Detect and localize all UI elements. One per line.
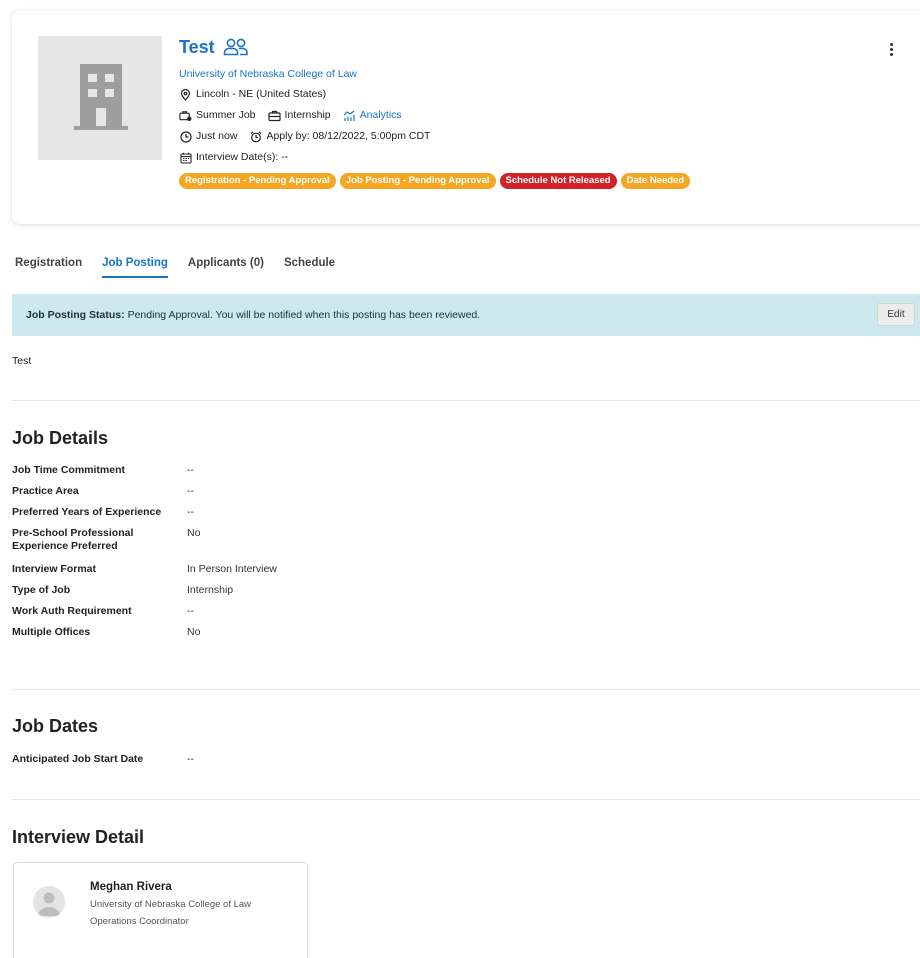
status-message: Pending Approval. You will be notified w… <box>127 309 481 321</box>
organization-link[interactable]: University of Nebraska College of Law <box>179 67 690 81</box>
detail-key: Job Time Commitment <box>12 464 125 476</box>
job-details-heading: Job Details <box>12 428 109 448</box>
detail-key: Type of Job <box>12 584 71 596</box>
job-description: Test <box>12 355 32 367</box>
detail-value: -- <box>187 605 194 617</box>
tab-schedule[interactable]: Schedule <box>284 256 335 278</box>
job-category-text: Internship <box>284 109 331 121</box>
detail-value: -- <box>187 464 194 476</box>
briefcase-clock-icon <box>179 109 192 122</box>
contact-name: Meghan Rivera <box>90 881 172 893</box>
detail-value: -- <box>187 753 194 765</box>
briefcase-icon <box>267 109 281 122</box>
job-dates-table: Anticipated Job Start Date -- <box>12 753 194 774</box>
detail-value: -- <box>187 485 194 497</box>
location-pin-icon <box>179 88 192 101</box>
detail-row: Interview Format In Person Interview <box>12 563 277 584</box>
edit-button[interactable]: Edit <box>877 303 915 326</box>
calendar-icon <box>179 151 192 164</box>
contact-organization: University of Nebraska College of Law <box>90 899 252 910</box>
avatar <box>33 886 65 918</box>
interview-detail-heading: Interview Detail <box>12 827 145 847</box>
job-title[interactable]: Test <box>179 37 215 58</box>
location-text: Lincoln - NE (United States) <box>196 88 327 100</box>
divider <box>12 689 920 690</box>
status-badges: Registration - Pending Approval Job Post… <box>179 173 691 189</box>
job-dates-heading: Job Dates <box>12 716 99 736</box>
detail-key: Anticipated Job Start Date <box>12 753 144 765</box>
job-info: Test University of Nebraska College of L… <box>179 34 691 189</box>
detail-key: Practice Area <box>12 485 79 497</box>
detail-row: Job Time Commitment -- <box>12 464 277 485</box>
job-posting-status-banner: Job Posting Status: Pending Approval. Yo… <box>12 294 920 336</box>
contact-role: Operations Coordinator <box>90 916 189 927</box>
job-details-table: Job Time Commitment -- Practice Area -- … <box>12 464 277 647</box>
detail-value: In Person Interview <box>187 563 277 575</box>
detail-key: Work Auth Requirement <box>12 605 132 617</box>
detail-key: Pre-School Professional Experience Prefe… <box>12 527 134 552</box>
interview-dates-row: Interview Date(s): -- <box>179 150 690 165</box>
posted-time: Just now <box>196 130 238 142</box>
tab-registration[interactable]: Registration <box>15 256 82 278</box>
status-badge: Job Posting - Pending Approval <box>339 173 496 189</box>
detail-key: Interview Format <box>12 563 97 575</box>
location-row: Lincoln - NE (United States) <box>179 87 690 102</box>
detail-value: -- <box>187 506 194 518</box>
more-options-icon[interactable] <box>886 40 896 58</box>
company-logo-placeholder <box>38 36 162 160</box>
job-header-card: Test University of Nebraska College of L… <box>12 10 920 224</box>
detail-value: Internship <box>187 584 234 596</box>
divider <box>12 799 920 800</box>
detail-row: Anticipated Job Start Date -- <box>12 753 194 774</box>
dates-row: Just now Apply by: 08/12/2022, 5:00pm CD… <box>179 129 690 144</box>
detail-row: Multiple Offices No <box>12 626 277 647</box>
detail-row: Type of Job Internship <box>12 584 277 605</box>
tab-applicants[interactable]: Applicants (0) <box>188 256 264 278</box>
divider <box>12 400 920 401</box>
job-type-row: Summer Job Internship Analytics <box>179 108 690 123</box>
job-type-text: Summer Job <box>196 109 256 121</box>
tab-job-posting[interactable]: Job Posting <box>102 256 168 278</box>
analytics-link[interactable]: Analytics <box>360 108 402 123</box>
person-icon <box>38 892 60 916</box>
interviewer-contact-card: Meghan Rivera University of Nebraska Col… <box>13 862 308 958</box>
status-badge: Date Needed <box>620 173 691 189</box>
users-icon[interactable] <box>223 38 249 56</box>
status-label: Job Posting Status: <box>26 309 125 321</box>
building-icon <box>74 64 128 130</box>
detail-key: Multiple Offices <box>12 626 91 638</box>
detail-value: No <box>187 527 201 539</box>
status-badge: Schedule Not Released <box>499 173 617 189</box>
interview-dates-text: Interview Date(s): -- <box>196 151 289 163</box>
detail-row: Preferred Years of Experience -- <box>12 506 277 527</box>
detail-value: No <box>187 626 201 638</box>
tab-bar: Registration Job Posting Applicants (0) … <box>15 256 335 278</box>
detail-row: Pre-School Professional Experience Prefe… <box>12 527 277 563</box>
detail-key: Preferred Years of Experience <box>12 506 162 518</box>
clock-icon <box>179 130 192 143</box>
detail-row: Work Auth Requirement -- <box>12 605 277 626</box>
detail-row: Practice Area -- <box>12 485 277 506</box>
apply-by-date: Apply by: 08/12/2022, 5:00pm CDT <box>266 130 431 142</box>
alarm-clock-icon <box>249 130 262 143</box>
analytics-icon[interactable] <box>343 109 356 122</box>
status-badge: Registration - Pending Approval <box>179 173 336 189</box>
